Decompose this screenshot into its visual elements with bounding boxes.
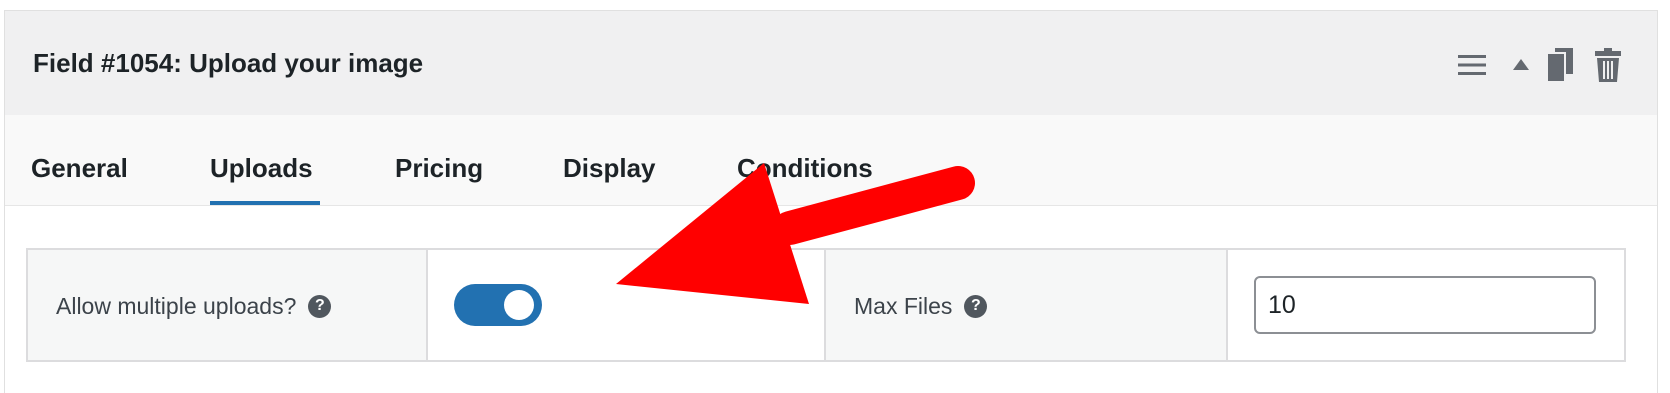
- multiple-uploads-label-cell: Allow multiple uploads? ?: [28, 250, 428, 360]
- help-icon[interactable]: ?: [964, 294, 988, 318]
- multiple-uploads-label-text: Allow multiple uploads?: [56, 293, 297, 319]
- tab-conditions-label: Conditions: [737, 153, 873, 183]
- delete-icon[interactable]: [1595, 47, 1621, 83]
- field-header[interactable]: Field #1054: Upload your image: [5, 11, 1657, 115]
- settings-table: Allow multiple uploads? ? Max Files ?: [26, 248, 1626, 362]
- max-files-input-cell: [1228, 250, 1624, 360]
- tab-conditions[interactable]: Conditions: [737, 115, 887, 205]
- multiple-uploads-toggle[interactable]: [454, 284, 542, 326]
- tab-bar: General Uploads Pricing Display Conditio…: [5, 115, 1657, 206]
- max-files-input[interactable]: [1254, 276, 1596, 334]
- tab-pricing[interactable]: Pricing: [395, 115, 495, 205]
- tab-pricing-label: Pricing: [395, 153, 484, 183]
- tab-general-label: General: [31, 153, 128, 183]
- multiple-uploads-label: Allow multiple uploads? ?: [56, 292, 332, 320]
- max-files-label-text: Max Files: [854, 293, 953, 319]
- max-files-label: Max Files ?: [854, 292, 988, 320]
- help-icon[interactable]: ?: [308, 294, 332, 318]
- duplicate-icon[interactable]: [1545, 47, 1575, 83]
- tab-display[interactable]: Display: [563, 115, 663, 205]
- collapse-arrow-icon[interactable]: [1511, 47, 1531, 83]
- max-files-label-cell: Max Files ?: [826, 250, 1228, 360]
- tab-general[interactable]: General: [31, 115, 131, 205]
- toggle-knob: [504, 290, 534, 320]
- drag-handle-icon[interactable]: [1455, 47, 1489, 83]
- tab-display-label: Display: [563, 153, 656, 183]
- field-title: Field #1054: Upload your image: [33, 48, 424, 78]
- tab-uploads-label: Uploads: [210, 153, 313, 183]
- header-actions: [1455, 47, 1621, 83]
- tab-uploads[interactable]: Uploads: [210, 115, 320, 205]
- multiple-uploads-toggle-cell: [428, 250, 826, 360]
- active-tab-indicator: [210, 201, 320, 205]
